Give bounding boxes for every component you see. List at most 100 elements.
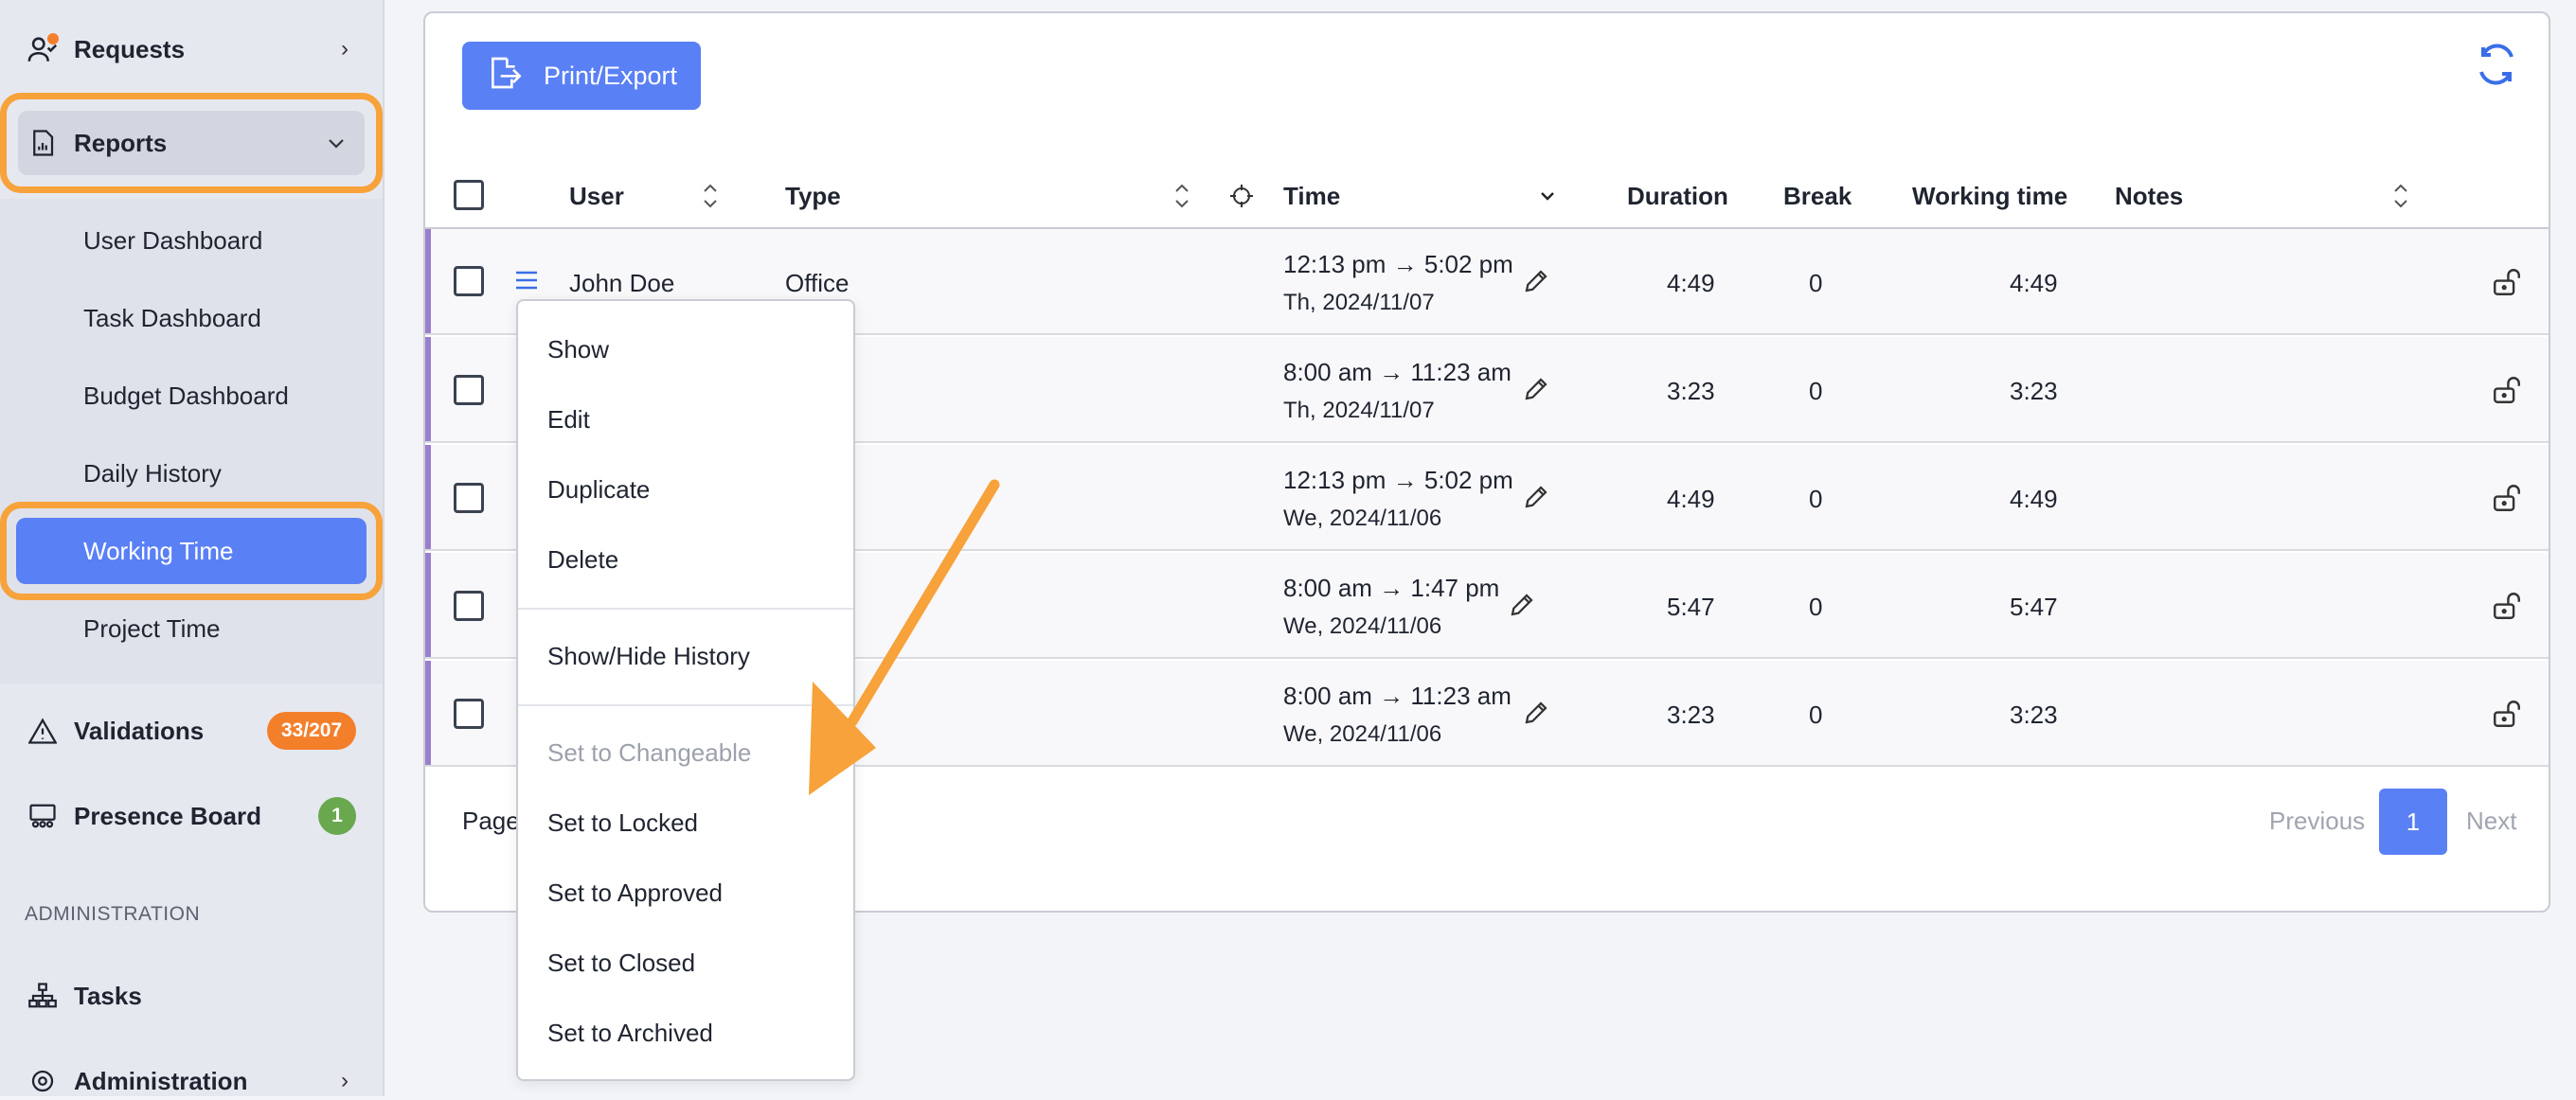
sidebar-subitem-daily-history[interactable]: Daily History [83, 459, 222, 488]
cell-working-time: 3:23 [2010, 377, 2058, 405]
menu-item-set-to-changeable: Set to Changeable [547, 738, 752, 767]
header-notes[interactable]: Notes [2115, 182, 2183, 211]
refresh-icon[interactable] [2474, 42, 2519, 87]
chevron-right-icon: › [341, 36, 349, 62]
menu-item-delete[interactable]: Delete [547, 545, 618, 575]
presence-badge: 1 [318, 797, 356, 835]
chevron-down-icon [328, 130, 345, 156]
cell-time-range: 8:00 am → 11:23 am [1283, 358, 1512, 386]
edit-time-pencil-icon[interactable] [1508, 591, 1536, 619]
sort-type-icon[interactable] [1172, 180, 1191, 212]
row-checkbox[interactable] [454, 375, 484, 405]
menu-item-edit[interactable]: Edit [547, 405, 590, 435]
sidebar-item-label: Presence Board [74, 801, 261, 830]
cell-working-time: 4:49 [2010, 485, 2058, 513]
edit-time-pencil-icon[interactable] [1522, 267, 1550, 295]
sort-user-icon[interactable] [701, 180, 720, 212]
sort-time-desc-icon[interactable] [1538, 180, 1557, 212]
sidebar-item-label: Reports [74, 128, 168, 157]
page-1-button[interactable]: 1 [2379, 789, 2447, 855]
cell-date: We, 2024/11/06 [1283, 721, 1442, 747]
unlock-icon[interactable] [2491, 590, 2523, 622]
cell-date: Th, 2024/11/07 [1283, 398, 1435, 423]
unlock-icon[interactable] [2491, 482, 2523, 514]
cell-break: 0 [1809, 269, 1823, 297]
edit-time-pencil-icon[interactable] [1522, 699, 1550, 727]
edit-time-pencil-icon[interactable] [1522, 483, 1550, 511]
cell-date: Th, 2024/11/07 [1283, 290, 1435, 315]
hierarchy-icon [27, 980, 59, 1012]
user-check-icon [27, 33, 59, 65]
sort-notes-icon[interactable] [2391, 180, 2410, 212]
warning-icon [27, 715, 59, 747]
header-break[interactable]: Break [1783, 182, 1852, 211]
page-label: Page [462, 807, 520, 835]
unlock-icon[interactable] [2491, 266, 2523, 298]
row-context-menu: Show Edit Duplicate Delete Show/Hide His… [516, 299, 855, 1081]
menu-item-set-to-archived[interactable]: Set to Archived [547, 1019, 713, 1048]
sidebar-item-label: Requests [74, 34, 186, 63]
row-checkbox[interactable] [454, 483, 484, 513]
cell-time-range: 12:13 pm → 5:02 pm [1283, 466, 1513, 494]
row-checkbox[interactable] [454, 699, 484, 729]
previous-page-button[interactable]: Previous [2269, 807, 2365, 836]
cell-date: We, 2024/11/06 [1283, 506, 1442, 531]
select-all-checkbox[interactable] [454, 180, 484, 210]
sidebar-item-label: Administration [74, 1066, 248, 1095]
cell-time-range: 8:00 am → 11:23 am [1283, 682, 1512, 710]
menu-item-set-to-locked[interactable]: Set to Locked [547, 808, 698, 838]
chevron-right-icon: › [341, 1068, 349, 1093]
header-working-time[interactable]: Working time [1912, 182, 2067, 211]
print-export-button[interactable]: Print/Export [462, 42, 701, 110]
menu-item-set-to-closed[interactable]: Set to Closed [547, 949, 695, 978]
header-duration[interactable]: Duration [1627, 182, 1728, 211]
menu-item-show[interactable]: Show [547, 335, 609, 364]
cell-break: 0 [1809, 593, 1823, 621]
cell-working-time: 5:47 [2010, 593, 2058, 621]
cell-working-time: 4:49 [2010, 269, 2058, 297]
cell-time-range: 12:13 pm → 5:02 pm [1283, 250, 1513, 278]
table-header [425, 161, 2549, 229]
cell-user: John Doe [569, 269, 675, 297]
sidebar-item-requests[interactable]: Requests › [0, 30, 383, 68]
header-user[interactable]: User [569, 182, 624, 211]
sidebar-subitem-budget-dashboard[interactable]: Budget Dashboard [83, 381, 289, 411]
sidebar-item-tasks[interactable]: Tasks [0, 977, 383, 1015]
administration-section-heading: ADMINISTRATION [25, 903, 201, 925]
cell-duration: 4:49 [1667, 269, 1715, 297]
row-checkbox[interactable] [454, 591, 484, 621]
edit-time-pencil-icon[interactable] [1522, 375, 1550, 403]
sidebar-subitem-user-dashboard[interactable]: User Dashboard [83, 226, 262, 256]
sidebar-item-reports[interactable]: Reports [0, 124, 383, 162]
cell-duration: 4:49 [1667, 485, 1715, 513]
sidebar-item-administration[interactable]: Administration › [0, 1062, 383, 1100]
sidebar-subitem-task-dashboard[interactable]: Task Dashboard [83, 304, 261, 333]
menu-item-show-hide-history[interactable]: Show/Hide History [547, 642, 750, 671]
notification-dot [47, 33, 59, 44]
cell-date: We, 2024/11/06 [1283, 613, 1442, 639]
crosshair-icon[interactable] [1227, 180, 1256, 212]
presence-board-icon [27, 800, 59, 832]
menu-divider [518, 608, 853, 610]
cell-break: 0 [1809, 485, 1823, 513]
menu-item-set-to-approved[interactable]: Set to Approved [547, 878, 723, 908]
unlock-icon[interactable] [2491, 698, 2523, 730]
cell-duration: 5:47 [1667, 593, 1715, 621]
next-page-button[interactable]: Next [2466, 807, 2516, 836]
sidebar-item-label: Tasks [74, 981, 142, 1010]
row-checkbox[interactable] [454, 266, 484, 296]
print-export-label: Print/Export [544, 61, 678, 90]
export-file-icon [485, 54, 523, 98]
header-time[interactable]: Time [1283, 182, 1340, 211]
cell-break: 0 [1809, 701, 1823, 729]
menu-item-duplicate[interactable]: Duplicate [547, 475, 650, 505]
header-type[interactable]: Type [785, 182, 841, 211]
row-menu-icon[interactable] [514, 269, 539, 296]
sidebar-subitem-working-time[interactable]: Working Time [83, 537, 233, 566]
sidebar-subitem-project-time[interactable]: Project Time [83, 614, 221, 644]
unlock-icon[interactable] [2491, 374, 2523, 406]
cell-duration: 3:23 [1667, 701, 1715, 729]
cell-time-range: 8:00 am → 1:47 pm [1283, 574, 1500, 602]
sidebar-item-label: Validations [74, 716, 205, 745]
menu-divider [518, 704, 853, 706]
